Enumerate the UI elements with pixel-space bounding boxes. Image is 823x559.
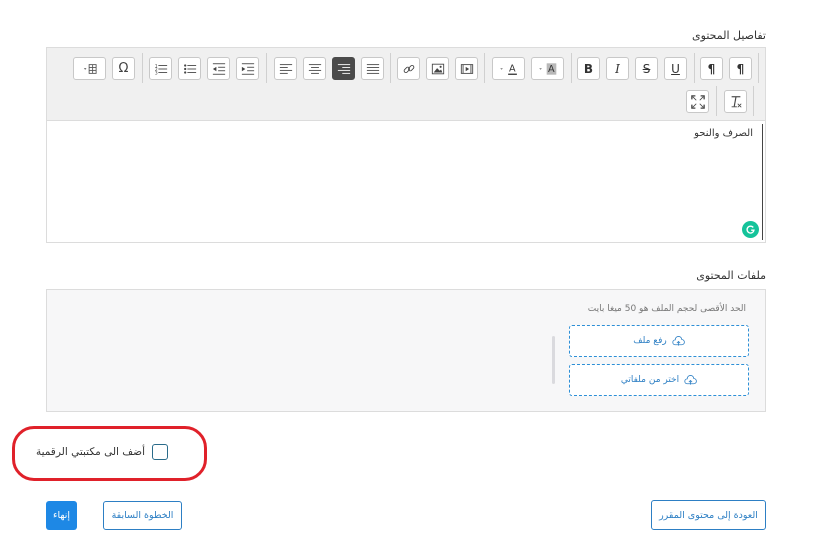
link-icon[interactable] (397, 57, 420, 80)
maximize-icon[interactable] (686, 90, 709, 113)
editor-content-area[interactable]: الصرف والنحو (47, 121, 765, 242)
align-right-icon[interactable] (332, 57, 355, 80)
toolbar-separator (266, 53, 267, 83)
remove-format-icon[interactable] (724, 90, 747, 113)
indent-icon[interactable] (236, 57, 259, 80)
table-icon[interactable] (73, 57, 106, 80)
upload-file-button[interactable]: رفع ملف (569, 325, 749, 357)
toolbar-separator (571, 53, 572, 83)
underline-icon[interactable]: U (664, 57, 687, 80)
content-files-label: ملفات المحتوى (696, 269, 766, 282)
background-color-icon[interactable]: A (531, 57, 564, 80)
bold-icon[interactable]: B (577, 57, 600, 80)
content-details-label: تفاصيل المحتوى (692, 29, 766, 42)
editor-text: الصرف والنحو (694, 128, 753, 139)
toolbar-separator (753, 86, 754, 116)
svg-text:A: A (548, 64, 555, 75)
add-to-library-label: أضف الى مكتبتي الرقمية (35, 446, 145, 458)
cloud-upload-icon (672, 335, 685, 346)
omega-icon[interactable]: Ω (112, 57, 135, 80)
text-color-icon[interactable]: A (492, 57, 525, 80)
svg-text:A: A (509, 63, 516, 74)
justify-icon[interactable] (361, 57, 384, 80)
toolbar-separator (758, 53, 759, 83)
content-files-panel: الحد الأقصى لحجم الملف هو 50 ميغا بايت ر… (46, 289, 766, 412)
svg-text:3: 3 (154, 70, 157, 76)
choose-from-files-button[interactable]: اختر من ملفاتي (569, 364, 749, 396)
previous-step-button[interactable]: الخطوة السابقة (103, 501, 182, 530)
strikethrough-icon[interactable]: S (635, 57, 658, 80)
image-icon[interactable] (426, 57, 449, 80)
divider (552, 336, 555, 384)
outdent-icon[interactable] (207, 57, 230, 80)
editor-toolbar: Ω 123 A A B I S U ¶ ¶ (47, 48, 765, 121)
toolbar-separator (716, 86, 717, 116)
cloud-upload-icon (684, 374, 697, 385)
toolbar-separator (390, 53, 391, 83)
toolbar-separator (694, 53, 695, 83)
toolbar-separator (142, 53, 143, 83)
upload-file-label: رفع ملف (633, 336, 667, 346)
toolbar-separator (484, 53, 485, 83)
rtl-icon[interactable]: ¶ (729, 57, 752, 80)
italic-icon[interactable]: I (606, 57, 629, 80)
rich-text-editor: Ω 123 A A B I S U ¶ ¶ الصرف والنحو (46, 47, 766, 243)
ltr-icon[interactable]: ¶ (700, 57, 723, 80)
max-size-note: الحد الأقصى لحجم الملف هو 50 ميغا بايت (587, 304, 746, 314)
align-center-icon[interactable] (303, 57, 326, 80)
editor-scrollbar (762, 124, 763, 240)
back-to-course-button[interactable]: العودة إلى محتوى المقرر (651, 500, 766, 530)
add-to-library-checkbox[interactable] (152, 444, 168, 460)
choose-from-files-label: اختر من ملفاتي (620, 375, 680, 385)
media-icon[interactable] (455, 57, 478, 80)
grammarly-icon[interactable] (742, 221, 759, 238)
bulleted-list-icon[interactable] (178, 57, 201, 80)
align-left-icon[interactable] (274, 57, 297, 80)
finish-button[interactable]: إنهاء (46, 501, 77, 530)
numbered-list-icon[interactable]: 123 (149, 57, 172, 80)
